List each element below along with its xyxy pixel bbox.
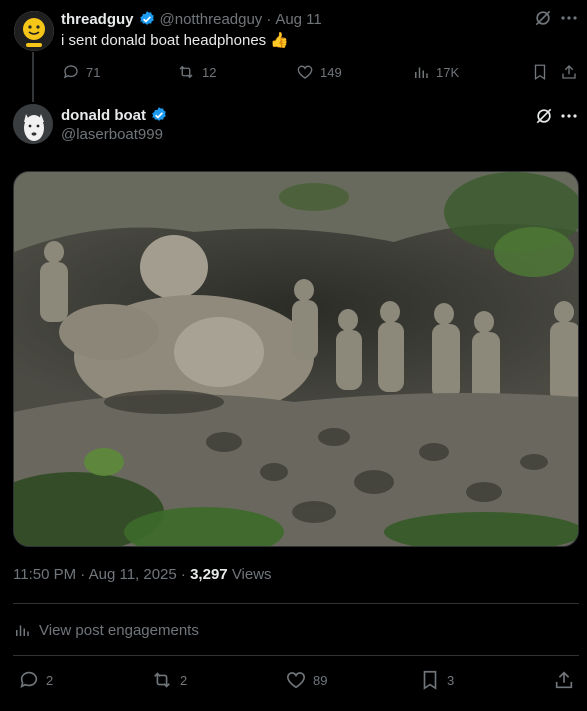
main-reply-count: 2 <box>46 672 54 688</box>
repost-icon <box>150 669 174 691</box>
main-header: donald boat <box>61 105 168 125</box>
grok-icon[interactable] <box>534 106 554 126</box>
parent-like-button[interactable]: 149 <box>296 61 342 83</box>
parent-views-button[interactable]: 17K <box>412 61 459 83</box>
divider <box>13 655 579 656</box>
post-meta: 11:50 PM · Aug 11, 2025 · 3,297 Views <box>13 565 272 585</box>
parent-action-bar: 71 12 149 17K <box>52 61 582 83</box>
verified-badge-icon <box>150 106 168 124</box>
parent-share-button[interactable] <box>560 61 578 83</box>
views-label: Views <box>231 566 272 583</box>
parent-bookmark-button[interactable] <box>531 61 549 83</box>
separator: · <box>180 566 186 583</box>
bookmark-icon <box>531 63 549 81</box>
main-reply-button[interactable]: 2 <box>18 668 53 692</box>
repost-icon <box>176 63 196 81</box>
parent-date[interactable]: Aug 11 <box>275 11 321 28</box>
main-avatar[interactable] <box>13 104 53 144</box>
views-count: 3,297 <box>190 566 228 583</box>
thumbs-up-emoji: 👍 <box>270 32 289 49</box>
grok-icon[interactable] <box>533 8 553 28</box>
like-icon <box>285 669 307 691</box>
main-author-name[interactable]: donald boat <box>61 107 146 124</box>
reply-icon <box>62 63 80 81</box>
main-repost-count: 2 <box>180 672 188 688</box>
post-image[interactable] <box>13 171 579 547</box>
parent-like-count: 149 <box>320 64 342 80</box>
main-like-count: 89 <box>313 672 328 688</box>
post-time[interactable]: 11:50 PM <box>13 566 76 583</box>
main-action-bar: 2 2 89 3 <box>13 668 579 692</box>
divider <box>13 603 579 604</box>
like-icon <box>296 63 314 81</box>
parent-reply-button[interactable]: 71 <box>62 61 100 83</box>
main-bookmark-count: 3 <box>447 672 455 688</box>
views-icon <box>13 621 31 639</box>
view-engagements-link[interactable]: View post engagements <box>13 620 199 640</box>
reply-icon <box>18 669 40 691</box>
thread-connector <box>32 52 34 102</box>
parent-avatar[interactable] <box>14 11 54 51</box>
separator: · <box>266 10 272 28</box>
bookmark-icon <box>419 669 441 691</box>
more-icon[interactable] <box>560 8 578 28</box>
parent-text: i sent donald boat headphones 👍 <box>61 31 289 51</box>
parent-repost-count: 12 <box>202 64 217 80</box>
parent-text-content: i sent donald boat headphones <box>61 32 267 49</box>
parent-header: threadguy @notthreadguy · Aug 11 <box>61 9 322 29</box>
post-date[interactable]: Aug 11, 2025 <box>89 566 177 583</box>
parent-author-name[interactable]: threadguy <box>61 11 134 28</box>
main-share-button[interactable] <box>553 668 575 692</box>
share-icon <box>560 63 578 81</box>
engagements-label: View post engagements <box>39 621 199 639</box>
parent-handle[interactable]: @notthreadguy <box>160 11 263 28</box>
parent-repost-button[interactable]: 12 <box>176 61 216 83</box>
main-handle[interactable]: @laserboat999 <box>61 126 163 144</box>
parent-reply-count: 71 <box>86 64 101 80</box>
main-repost-button[interactable]: 2 <box>150 668 187 692</box>
more-icon[interactable] <box>560 106 578 126</box>
separator: · <box>80 566 86 583</box>
verified-badge-icon <box>138 10 156 28</box>
main-like-button[interactable]: 89 <box>285 668 327 692</box>
main-bookmark-button[interactable]: 3 <box>419 668 454 692</box>
share-icon <box>553 669 575 691</box>
views-icon <box>412 63 430 81</box>
parent-views-count: 17K <box>436 64 460 80</box>
